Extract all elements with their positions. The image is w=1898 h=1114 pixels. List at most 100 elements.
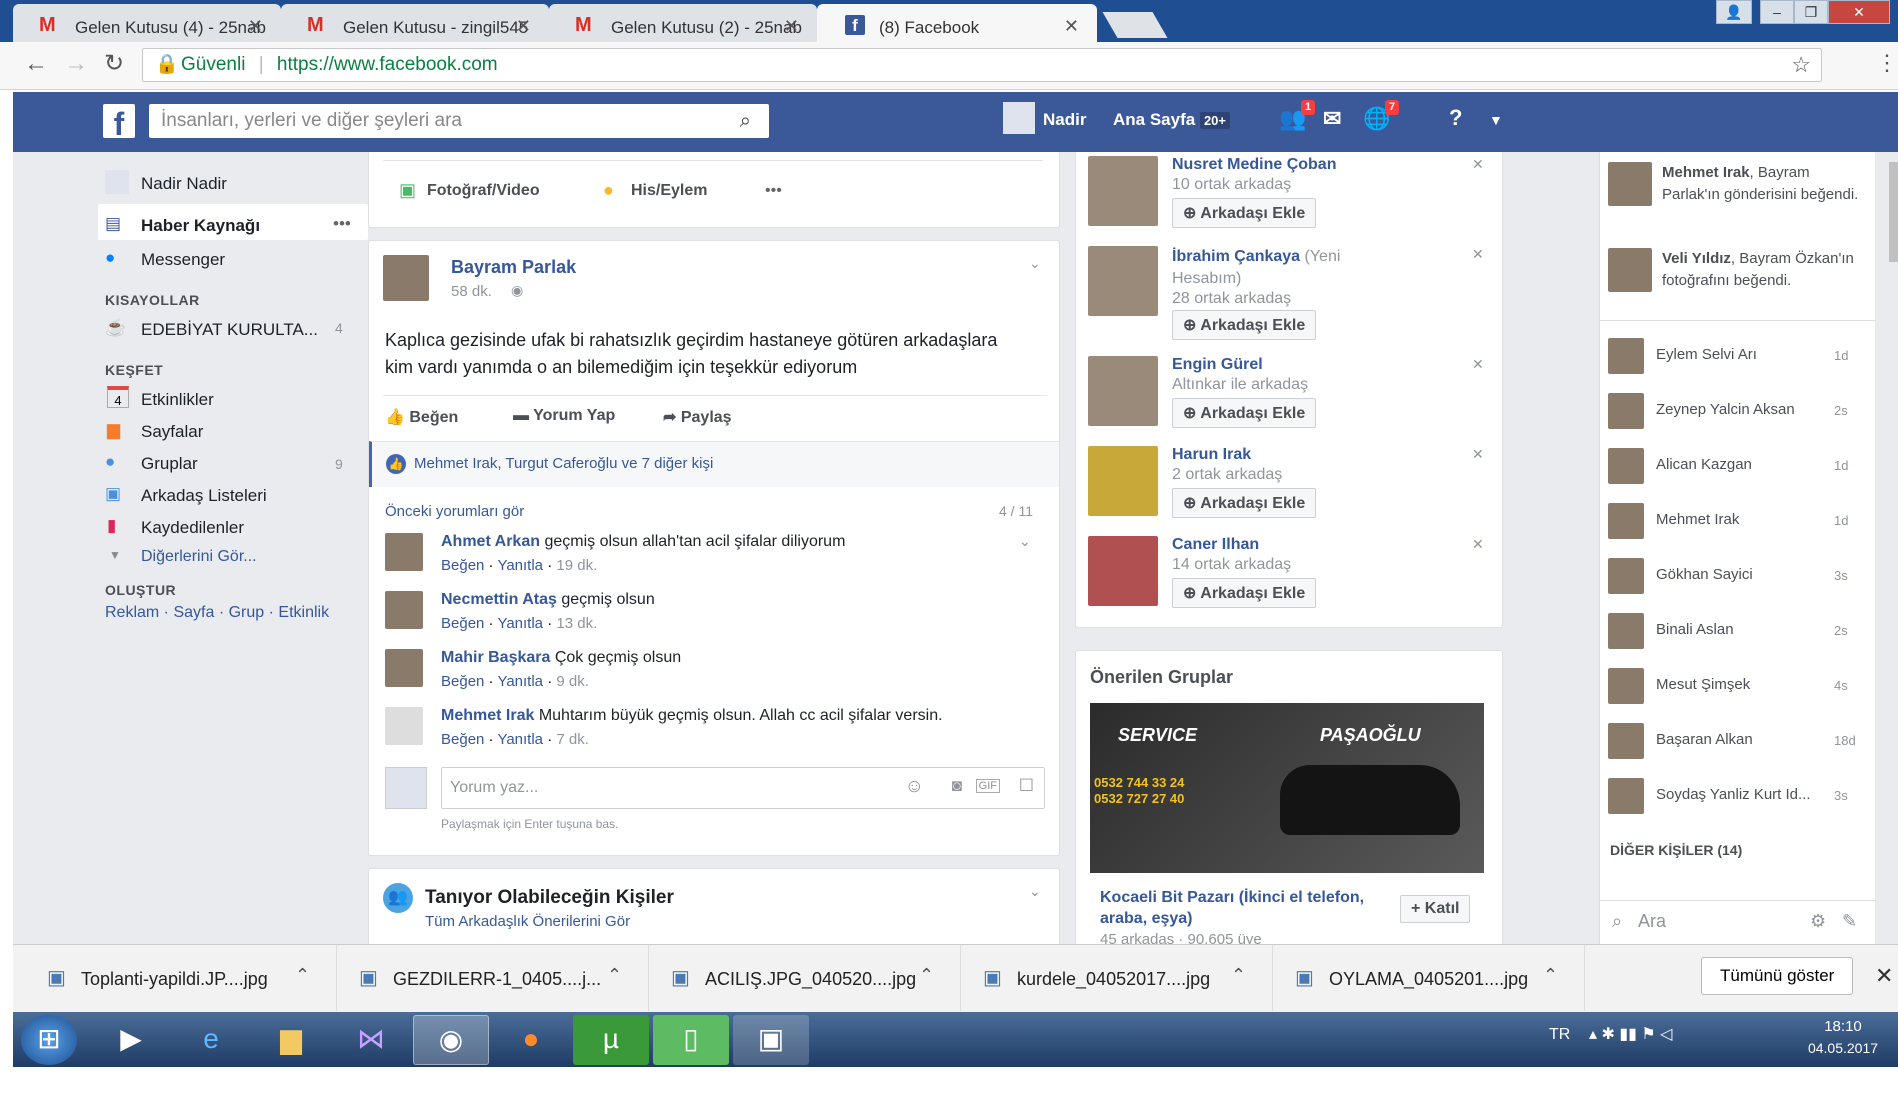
nav-events[interactable]: Etkinlikler: [141, 390, 214, 410]
more-icon[interactable]: •••: [333, 214, 351, 234]
search-icon[interactable]: ⌕: [740, 104, 751, 138]
profile-link[interactable]: Nadir: [1043, 110, 1086, 130]
messenger-icon[interactable]: ✉: [1323, 106, 1341, 132]
app-icon[interactable]: ⋈: [333, 1015, 409, 1065]
suggestion-name[interactable]: Engin Gürel: [1172, 356, 1263, 374]
nav-shortcut[interactable]: EDEBİYAT KURULTA...: [141, 320, 318, 340]
contact-item[interactable]: Mehmet Irak 1d: [1608, 503, 1868, 543]
close-icon[interactable]: ✕: [1064, 16, 1079, 37]
photo-video-button[interactable]: Fotoğraf/Video: [427, 182, 540, 200]
comment-reply-link[interactable]: Yanıtla: [497, 673, 543, 690]
sticker-icon[interactable]: ☐: [1019, 776, 1034, 796]
chevron-up-icon[interactable]: ⌃: [1231, 965, 1246, 986]
nav-friend-lists[interactable]: Arkadaş Listeleri: [141, 486, 267, 506]
contact-item[interactable]: Binali Aslan 2s: [1608, 613, 1868, 653]
new-tab-button[interactable]: [1102, 12, 1168, 38]
close-icon[interactable]: ✕: [1472, 156, 1484, 173]
add-friend-button[interactable]: ⊕ Arkadaşı Ekle: [1172, 198, 1317, 228]
gear-icon[interactable]: ⚙: [1810, 911, 1826, 932]
nav-pages[interactable]: Sayfalar: [141, 422, 203, 442]
add-friend-button[interactable]: ⊕ Arkadaşı Ekle: [1172, 578, 1317, 608]
join-group-button[interactable]: + Katıl: [1400, 895, 1471, 923]
home-link[interactable]: Ana Sayfa 20+: [1113, 110, 1230, 130]
suggestion-name[interactable]: Nusret Medine Çoban: [1172, 156, 1336, 174]
chrome-icon[interactable]: ◉: [413, 1015, 489, 1065]
suggestion-name[interactable]: Caner Ilhan: [1172, 536, 1259, 554]
folder-icon[interactable]: ▆: [253, 1015, 329, 1065]
nav-messenger[interactable]: Messenger: [141, 250, 225, 270]
add-friend-button[interactable]: ⊕ Arkadaşı Ekle: [1172, 398, 1317, 428]
clock-time[interactable]: 18:10: [1803, 1018, 1883, 1035]
search-input[interactable]: İnsanları, yerleri ve diğer şeyleri ara ⌕: [149, 104, 769, 138]
avatar[interactable]: [385, 649, 423, 687]
feeling-button[interactable]: His/Eylem: [631, 182, 707, 200]
comment-author[interactable]: Ahmet Arkan: [441, 533, 540, 550]
close-icon[interactable]: ✕: [1472, 246, 1484, 263]
close-icon[interactable]: ✕: [1472, 536, 1484, 553]
close-icon[interactable]: ✕: [1472, 446, 1484, 463]
media-player-icon[interactable]: ▶: [93, 1015, 169, 1065]
chevron-up-icon[interactable]: ⌃: [295, 965, 310, 986]
like-button[interactable]: 👍 Beğen: [385, 407, 458, 427]
maximize-button[interactable]: ❐: [1794, 0, 1828, 24]
comment-button[interactable]: ▬ Yorum Yap: [513, 407, 615, 425]
star-icon[interactable]: ☆: [1791, 49, 1811, 81]
minimize-button[interactable]: –: [1760, 0, 1794, 24]
start-button[interactable]: ⊞: [21, 1015, 77, 1065]
tab-facebook[interactable]: f (8) Facebook ✕: [817, 4, 1097, 42]
gif-icon[interactable]: GIF: [975, 779, 1000, 793]
avatar[interactable]: [1608, 248, 1652, 292]
comment-author[interactable]: Mahir Başkara: [441, 649, 550, 666]
clock-date[interactable]: 04.05.2017: [1803, 1040, 1883, 1056]
comment-input[interactable]: Yorum yaz... ☺ ◙ GIF ☐: [441, 767, 1045, 809]
nav-saved[interactable]: Kaydedilenler: [141, 518, 244, 538]
tab-gmail-3[interactable]: M Gelen Kutusu (2) - 25nab ✕: [549, 4, 817, 42]
avatar[interactable]: [385, 591, 423, 629]
comment-reply-link[interactable]: Yanıtla: [497, 731, 543, 748]
comment-like-link[interactable]: Beğen: [441, 615, 484, 632]
comment-author[interactable]: Necmettin Ataş: [441, 591, 557, 608]
close-icon[interactable]: ✕: [516, 16, 531, 37]
contact-item[interactable]: Alican Kazgan 1d: [1608, 448, 1868, 488]
chevron-down-icon[interactable]: ⌄: [1019, 533, 1031, 550]
chat-search-input[interactable]: Ara: [1638, 911, 1666, 932]
group-name[interactable]: Kocaeli Bit Pazarı (İkinci el telefon, a…: [1100, 887, 1380, 929]
contact-item[interactable]: Soydaş Yanliz Kurt Id... 3s: [1608, 778, 1868, 818]
language-indicator[interactable]: TR: [1549, 1026, 1570, 1044]
contact-item[interactable]: Gökhan Sayici 3s: [1608, 558, 1868, 598]
download-item[interactable]: ▣ ACILIŞ.JPG_040520....jpg ⌃: [671, 945, 961, 1011]
avatar[interactable]: [385, 533, 423, 571]
contact-item[interactable]: Eylem Selvi Arı 1d: [1608, 338, 1868, 378]
firefox-icon[interactable]: ●: [493, 1015, 569, 1065]
download-item[interactable]: ▣ OYLAMA_0405201....jpg ⌃: [1295, 945, 1585, 1011]
previous-comments-link[interactable]: Önceki yorumları gör: [385, 503, 524, 520]
avatar[interactable]: [1088, 246, 1158, 316]
group-banner[interactable]: SERVICE PAŞAOĞLU 0532 744 33 24 0532 727…: [1090, 703, 1484, 873]
comment-reply-link[interactable]: Yanıtla: [497, 615, 543, 632]
more-button[interactable]: •••: [765, 182, 782, 200]
avatar[interactable]: [383, 255, 429, 301]
close-icon[interactable]: ✕: [248, 16, 263, 37]
phone-app-icon[interactable]: ▯: [653, 1015, 729, 1065]
comment-like-link[interactable]: Beğen: [441, 673, 484, 690]
chevron-down-icon[interactable]: ⌄: [1029, 255, 1041, 272]
avatar[interactable]: [1088, 356, 1158, 426]
download-item[interactable]: ▣ Toplanti-yapildi.JP....jpg ⌃: [47, 945, 337, 1011]
close-window-button[interactable]: ✕: [1828, 0, 1890, 24]
chevron-up-icon[interactable]: ⌃: [919, 965, 934, 986]
forward-icon[interactable]: →: [64, 50, 88, 78]
help-icon[interactable]: ?: [1449, 105, 1462, 131]
scrollbar-thumb[interactable]: [1889, 162, 1898, 262]
chevron-up-icon[interactable]: ⌃: [1543, 965, 1558, 986]
menu-icon[interactable]: ⋮: [1876, 50, 1898, 76]
facebook-logo[interactable]: f: [103, 104, 135, 142]
show-all-button[interactable]: Tümünü göster: [1701, 957, 1854, 995]
avatar[interactable]: [1608, 162, 1652, 206]
chevron-down-icon[interactable]: ▼: [1489, 112, 1503, 128]
close-icon[interactable]: ✕: [1875, 963, 1893, 989]
comment-like-link[interactable]: Beğen: [441, 557, 484, 574]
likers-link[interactable]: Mehmet Irak, Turgut Caferoğlu ve 7 diğer…: [414, 455, 713, 472]
back-icon[interactable]: ←: [24, 50, 48, 78]
close-icon[interactable]: ✕: [1472, 356, 1484, 373]
tab-gmail-1[interactable]: M Gelen Kutusu (4) - 25nab ✕: [13, 4, 281, 42]
